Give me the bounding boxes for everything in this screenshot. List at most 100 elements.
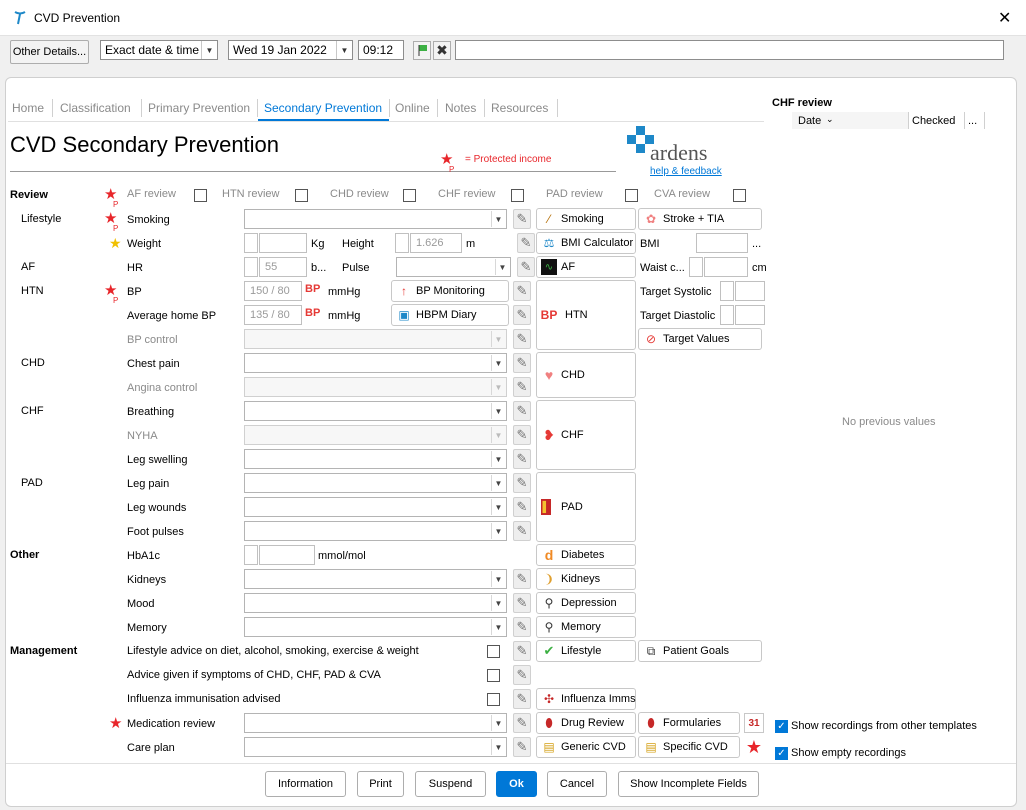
pencil-icon[interactable]: ✎ bbox=[513, 377, 531, 397]
leg-pain-select[interactable]: ▼ bbox=[244, 473, 507, 493]
other-details-button[interactable]: Other Details... bbox=[10, 40, 89, 64]
pencil-icon[interactable]: ✎ bbox=[513, 281, 531, 301]
care-plan-select[interactable]: ▼ bbox=[244, 737, 507, 757]
nyha-select[interactable]: ▼ bbox=[244, 425, 507, 445]
generic-cvd-button[interactable]: ▤ Generic CVD bbox=[536, 736, 636, 758]
bp-icon[interactable]: BP bbox=[305, 283, 320, 295]
pencil-icon[interactable]: ✎ bbox=[513, 329, 531, 349]
tab-online[interactable]: Online bbox=[395, 101, 430, 115]
waist-flag[interactable] bbox=[689, 257, 703, 277]
height-flag[interactable] bbox=[395, 233, 409, 253]
chf-review-checkbox[interactable] bbox=[511, 189, 524, 202]
weight-flag[interactable] bbox=[244, 233, 258, 253]
calendar-icon[interactable]: 31 bbox=[744, 713, 764, 733]
pad-review-checkbox[interactable] bbox=[625, 189, 638, 202]
leg-wounds-select[interactable]: ▼ bbox=[244, 497, 507, 517]
memory-button[interactable]: ⚲ Memory bbox=[536, 616, 636, 638]
pencil-icon[interactable]: ✎ bbox=[513, 425, 531, 445]
avg-bp-input[interactable]: 135 / 80 bbox=[244, 305, 302, 325]
target-systolic-flag[interactable] bbox=[720, 281, 734, 301]
clear-icon[interactable]: ✖ bbox=[433, 41, 451, 60]
pencil-icon[interactable]: ✎ bbox=[513, 617, 531, 637]
pencil-icon[interactable]: ✎ bbox=[513, 737, 531, 757]
af-button[interactable]: ∿ AF bbox=[536, 256, 636, 278]
height-input[interactable]: 1.626 bbox=[410, 233, 462, 253]
angina-control-select[interactable]: ▼ bbox=[244, 377, 507, 397]
lifestyle-advice-checkbox[interactable] bbox=[487, 645, 500, 658]
pencil-icon[interactable]: ✎ bbox=[513, 401, 531, 421]
smoking-button[interactable]: ⁄ Smoking bbox=[536, 208, 636, 230]
drug-review-button[interactable]: ⬮ Drug Review bbox=[536, 712, 636, 734]
target-diastolic-flag[interactable] bbox=[720, 305, 734, 325]
information-button[interactable]: Information bbox=[265, 771, 346, 797]
pencil-icon[interactable]: ✎ bbox=[513, 713, 531, 733]
chf-button[interactable]: ❥ CHF bbox=[536, 400, 636, 470]
bp-icon[interactable]: BP bbox=[305, 307, 320, 319]
show-incomplete-fields-button[interactable]: Show Incomplete Fields bbox=[618, 771, 759, 797]
influenza-advice-checkbox[interactable] bbox=[487, 693, 500, 706]
pencil-icon[interactable]: ✎ bbox=[513, 305, 531, 325]
target-values-button[interactable]: ⊘ Target Values bbox=[638, 328, 762, 350]
htn-review-checkbox[interactable] bbox=[295, 189, 308, 202]
tab-home[interactable]: Home bbox=[12, 101, 44, 115]
stroke-tia-button[interactable]: ✿ Stroke + TIA bbox=[638, 208, 762, 230]
depression-button[interactable]: ⚲ Depression bbox=[536, 592, 636, 614]
print-button[interactable]: Print bbox=[357, 771, 404, 797]
tab-classification[interactable]: Classification bbox=[60, 101, 131, 115]
pencil-icon[interactable]: ✎ bbox=[513, 209, 531, 229]
smoking-select[interactable]: ▼ bbox=[244, 209, 507, 229]
pencil-icon[interactable]: ✎ bbox=[517, 257, 535, 277]
hbpm-diary-button[interactable]: ▣ HBPM Diary bbox=[391, 304, 509, 326]
help-feedback-link[interactable]: help & feedback bbox=[650, 166, 722, 177]
bmi-input[interactable] bbox=[696, 233, 748, 253]
pulse-select[interactable]: ▼ bbox=[396, 257, 511, 277]
pencil-icon[interactable]: ✎ bbox=[513, 449, 531, 469]
flag-button[interactable] bbox=[413, 41, 431, 60]
htn-button[interactable]: BP HTN bbox=[536, 280, 636, 350]
more-column-header[interactable]: ... bbox=[968, 115, 977, 127]
kidneys-select[interactable]: ▼ bbox=[244, 569, 507, 589]
influenza-imms-button[interactable]: ✣ Influenza Imms bbox=[536, 688, 636, 710]
waist-input[interactable] bbox=[704, 257, 748, 277]
chest-pain-select[interactable]: ▼ bbox=[244, 353, 507, 373]
tab-secondary-prevention[interactable]: Secondary Prevention bbox=[264, 101, 382, 115]
pencil-icon[interactable]: ✎ bbox=[513, 641, 531, 661]
memory-select[interactable]: ▼ bbox=[244, 617, 507, 637]
af-review-checkbox[interactable] bbox=[194, 189, 207, 202]
ok-button[interactable]: Ok bbox=[496, 771, 537, 797]
chd-review-checkbox[interactable] bbox=[403, 189, 416, 202]
symptom-advice-checkbox[interactable] bbox=[487, 669, 500, 682]
bp-control-select[interactable]: ▼ bbox=[244, 329, 507, 349]
formularies-button[interactable]: ⬮ Formularies bbox=[638, 712, 740, 734]
weight-input[interactable] bbox=[259, 233, 307, 253]
pencil-icon[interactable]: ✎ bbox=[513, 497, 531, 517]
lifestyle-button[interactable]: ✔ Lifestyle bbox=[536, 640, 636, 662]
pencil-icon[interactable]: ✎ bbox=[513, 353, 531, 373]
bp-monitoring-button[interactable]: ↑ BP Monitoring bbox=[391, 280, 509, 302]
chd-button[interactable]: ♥ CHD bbox=[536, 352, 636, 398]
cancel-button[interactable]: Cancel bbox=[547, 771, 607, 797]
pencil-icon[interactable]: ✎ bbox=[513, 593, 531, 613]
pencil-icon[interactable]: ✎ bbox=[513, 569, 531, 589]
show-empty-recordings-checkbox[interactable]: ✓ bbox=[775, 747, 788, 760]
kidneys-button[interactable]: ❩ Kidneys bbox=[536, 568, 636, 590]
hba1c-input[interactable] bbox=[259, 545, 315, 565]
pencil-icon[interactable]: ✎ bbox=[513, 665, 531, 685]
show-other-templates-checkbox[interactable]: ✓ bbox=[775, 720, 788, 733]
mood-select[interactable]: ▼ bbox=[244, 593, 507, 613]
tab-notes[interactable]: Notes bbox=[445, 101, 476, 115]
foot-pulses-select[interactable]: ▼ bbox=[244, 521, 507, 541]
pencil-icon[interactable]: ✎ bbox=[513, 689, 531, 709]
star-icon[interactable]: ★ bbox=[744, 737, 764, 757]
pencil-icon[interactable]: ✎ bbox=[517, 233, 535, 253]
cva-review-checkbox[interactable] bbox=[733, 189, 746, 202]
comment-input[interactable] bbox=[455, 40, 1004, 60]
date-select[interactable]: Wed 19 Jan 2022 ▼ bbox=[228, 40, 353, 60]
date-mode-select[interactable]: Exact date & time ▼ bbox=[100, 40, 218, 60]
pencil-icon[interactable]: ✎ bbox=[513, 521, 531, 541]
specific-cvd-button[interactable]: ▤ Specific CVD bbox=[638, 736, 740, 758]
pad-button[interactable]: ▌ PAD bbox=[536, 472, 636, 542]
bmi-calculator-button[interactable]: ⚖ BMI Calculator bbox=[536, 232, 636, 254]
hr-flag[interactable] bbox=[244, 257, 258, 277]
target-diastolic-input[interactable] bbox=[735, 305, 765, 325]
